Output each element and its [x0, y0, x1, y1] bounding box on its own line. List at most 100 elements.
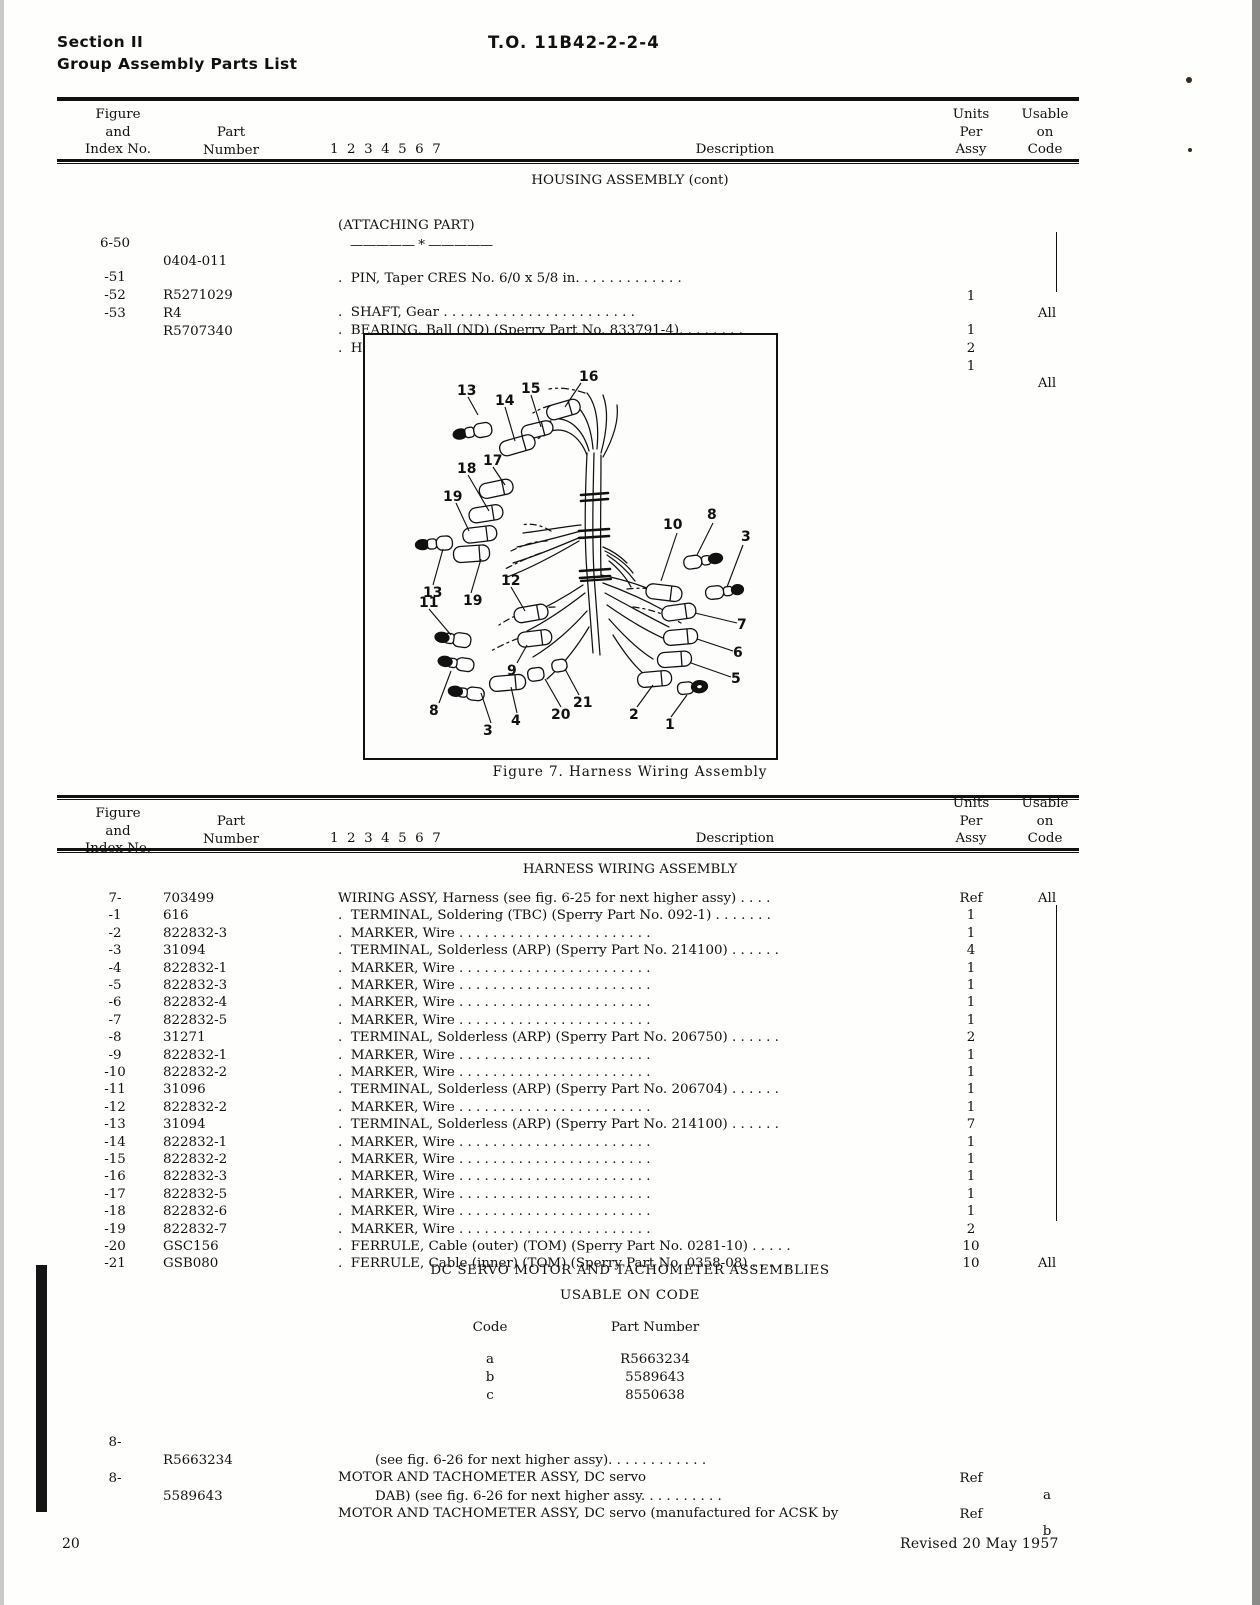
scan-speck	[1186, 77, 1192, 83]
row-description: . MARKER, Wire . . . . . . . . . . . . .…	[338, 1065, 651, 1080]
table-row: -16 822832-3 . MARKER, Wire . . . . . . . …	[0, 1168, 1260, 1185]
row-description: . TERMINAL, Solderless (ARP) (Sperry Par…	[338, 943, 779, 959]
row-description: . MARKER, Wire . . . . . . . . . . . . .…	[338, 1204, 651, 1220]
page-header-left: Section II Group Assembly Parts List	[57, 31, 297, 75]
svg-text:18: 18	[457, 461, 476, 477]
col-header-description: Description	[695, 831, 775, 846]
row-units: 1	[966, 1065, 976, 1080]
row-index: -1	[108, 908, 122, 924]
servo-code-value: a	[486, 1352, 494, 1367]
col-header-usable-on-code: Usable on Code	[1021, 107, 1069, 157]
row-index: -18	[104, 1204, 126, 1220]
row-index: -53	[104, 306, 126, 322]
row-description: . MARKER, Wire . . . . . . . . . . . . .…	[338, 1099, 651, 1115]
row-part-number: 822832-3	[163, 925, 228, 941]
table-row: -15 822832-2 . MARKER, Wire . . . . . . . …	[0, 1151, 1260, 1168]
table2-top-rule	[57, 795, 1079, 798]
svg-text:10: 10	[663, 517, 683, 533]
col-header-description: Description	[695, 142, 775, 157]
svg-text:12: 12	[501, 573, 520, 589]
row-units: 1	[966, 908, 976, 924]
figure-caption: Figure 7. Harness Wiring Assembly	[492, 764, 768, 780]
col-header-part-number: Part Number	[203, 814, 259, 847]
servo-part-value: 8550638	[625, 1388, 685, 1403]
table1-top-rule-hair	[57, 100, 1079, 102]
table-row: 6-50 0404-011 . PIN, Taper CRES No. 6/0 …	[0, 218, 1260, 321]
table-row: -7 822832-5 . MARKER, Wire . . . . . . . .…	[0, 1012, 1260, 1029]
row-part-number: 616	[163, 908, 189, 924]
row-index: -16	[104, 1169, 126, 1185]
revision-date: Revised 20 May 1957	[900, 1536, 1059, 1552]
row-description: . MARKER, Wire . . . . . . . . . . . . .…	[338, 925, 651, 941]
row-description-line1: MOTOR AND TACHOMETER ASSY, DC servo (man…	[338, 1506, 839, 1522]
row-units: 2	[966, 1221, 976, 1237]
table-row: -14 822832-1 . MARKER, Wire . . . . . . . …	[0, 1134, 1260, 1151]
row-units: 4	[966, 943, 976, 959]
row-index: -8	[108, 1030, 122, 1046]
servo-section-subtitle: USABLE ON CODE	[560, 1288, 700, 1303]
table-row: -3 31094 . TERMINAL, Solderless (ARP) (Spe…	[0, 942, 1260, 959]
row-index: 6-50	[99, 236, 131, 252]
row-description: . FERRULE, Cable (outer) (TOM) (Sperry P…	[338, 1239, 791, 1254]
svg-text:19: 19	[443, 489, 462, 505]
row-part-number: 822832-2	[163, 1065, 228, 1080]
servo-part-value: R5663234	[620, 1352, 690, 1367]
servo-part-column-header: Part Number	[610, 1320, 700, 1335]
attaching-part-separator: ————— * —————	[350, 238, 493, 253]
row-part-number: 822832-5	[163, 1186, 228, 1202]
table2-header-bottom-rule-hair	[57, 852, 1079, 854]
table2-group-title: HARNESS WIRING ASSEMBLY	[522, 862, 738, 877]
row-part-number: 822832-3	[163, 978, 228, 993]
page-number: 20	[62, 1536, 80, 1552]
svg-text:21: 21	[573, 695, 592, 711]
svg-text:14: 14	[495, 393, 515, 409]
row-description: . MARKER, Wire . . . . . . . . . . . . .…	[338, 995, 651, 1011]
table-row: -19 822832-7 . MARKER, Wire . . . . . . . …	[0, 1221, 1260, 1238]
svg-text:9: 9	[507, 663, 517, 679]
row-part-number: 5589643	[163, 1488, 223, 1504]
row-units: 1	[966, 1204, 976, 1220]
row-part-number: 822832-4	[163, 995, 228, 1011]
row-code: a	[1043, 1488, 1051, 1504]
row-units: 1	[966, 1082, 976, 1098]
row-index: -11	[104, 1082, 126, 1098]
row-units: 1	[966, 1099, 976, 1115]
table2-header-bottom-rule	[57, 848, 1079, 851]
row-part-number: 822832-2	[163, 1152, 228, 1167]
row-index: -4	[108, 960, 122, 976]
svg-text:8: 8	[707, 507, 717, 523]
row-part-number: 822832-7	[163, 1221, 228, 1237]
row-code: All	[1037, 891, 1057, 906]
row-description: . MARKER, Wire . . . . . . . . . . . . .…	[338, 1186, 651, 1202]
table-row: -13 31094 . TERMINAL, Solderless (ARP) (Sp…	[0, 1116, 1260, 1133]
table-row-continuation: DAB) (see fig. 6-26 for next higher assy…	[0, 1471, 1260, 1539]
table-row: -17 822832-5 . MARKER, Wire . . . . . . . …	[0, 1186, 1260, 1203]
harness-wiring-diagram: 13 14 15 16 17 18 19 13 19 12 11 8 3 4 9…	[365, 335, 776, 758]
row-units: 1	[966, 925, 976, 941]
section-label: Section II	[57, 33, 144, 51]
table-row: -53 R5707340 . HOUSING . . . . . . . . .…	[0, 288, 1260, 391]
row-index: -13	[104, 1117, 126, 1133]
row-part-number: R4	[163, 305, 182, 321]
row-units: 7	[966, 1117, 976, 1133]
table-row: -20 GSC156 . FERRULE, Cable (outer) (TOM) …	[0, 1238, 1260, 1255]
figure-7-frame: 13 14 15 16 17 18 19 13 19 12 11 8 3 4 9…	[363, 333, 778, 760]
document-page: Section II Group Assembly Parts List T.O…	[0, 0, 1260, 1605]
row-description: . TERMINAL, Solderless (ARP) (Sperry Par…	[338, 1082, 779, 1098]
svg-text:5: 5	[731, 671, 741, 687]
row-description: . MARKER, Wire . . . . . . . . . . . . .…	[338, 1134, 651, 1150]
table-row: -5 822832-3 . MARKER, Wire . . . . . . . .…	[0, 977, 1260, 994]
svg-text:19: 19	[463, 593, 482, 609]
scan-speck	[1188, 148, 1192, 152]
table-row: 7- 703499 WIRING ASSY, Harness (see fig. 6…	[0, 890, 1260, 907]
svg-text:2: 2	[629, 707, 639, 723]
table2-top-rule-hair	[57, 799, 1079, 801]
servo-code-value: c	[486, 1388, 494, 1403]
page-edge-shadow-left	[0, 0, 4, 1605]
table-row: -52 R4 . BEARING, Ball (ND) (Sperry Part…	[0, 270, 1260, 355]
svg-text:6: 6	[733, 645, 743, 661]
table-row: -10 822832-2 . MARKER, Wire . . . . . . . …	[0, 1064, 1260, 1081]
svg-text:7: 7	[737, 617, 747, 633]
svg-text:11: 11	[419, 595, 438, 611]
col-header-usable-on-code: Usable on Code	[1021, 796, 1069, 846]
